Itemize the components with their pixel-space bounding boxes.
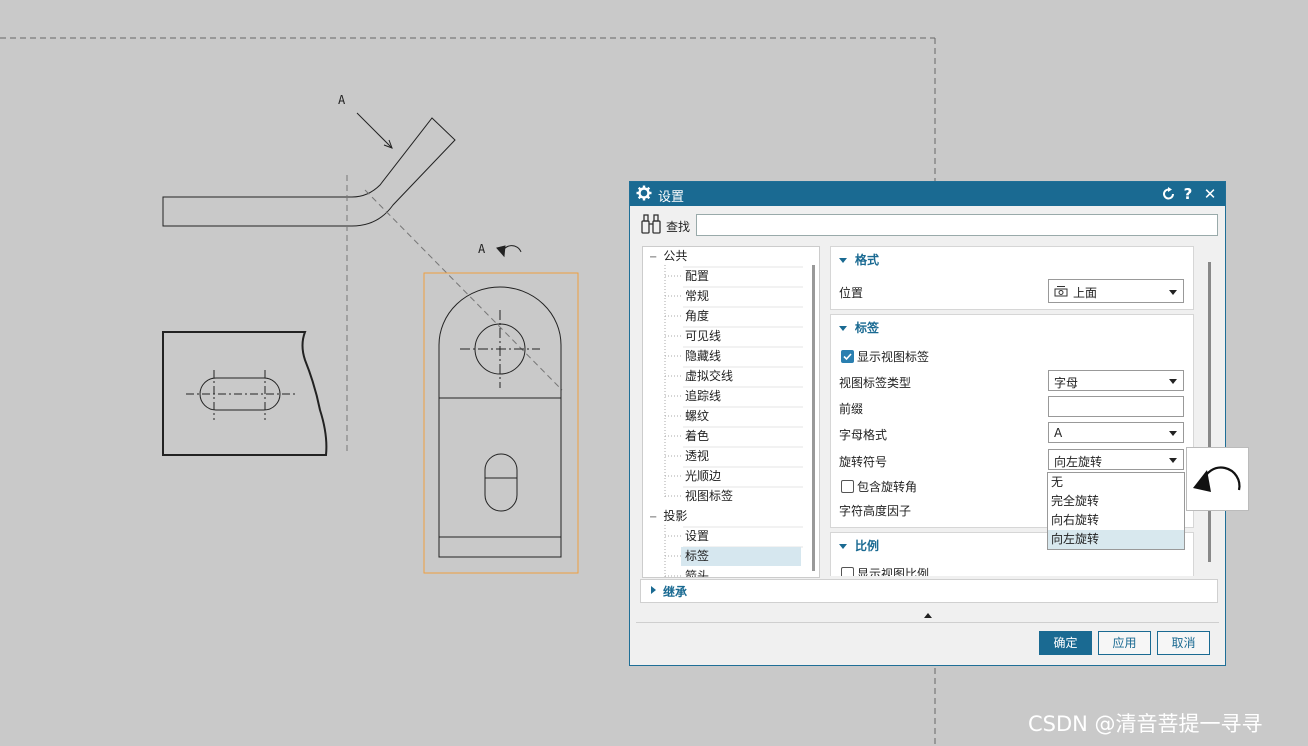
tree-item-general[interactable]: 常规 [685,287,709,306]
tree-item-virtual-intersection[interactable]: 虚拟交线 [685,367,733,386]
tree-connector-lines [664,265,803,577]
reset-icon [1163,187,1174,200]
group-label-header[interactable]: 标签 [839,319,879,336]
char-height-factor-label: 字符高度因子 [839,504,912,518]
gear-icon [636,185,652,201]
tree-item-hidden-lines[interactable]: 隐藏线 [685,347,721,366]
settings-dialog: 设置 ? ✕ 查找 − 公共 配置 常规 角度 可见线 隐藏线 虚拟交线 追踪线… [629,181,1226,666]
search-input[interactable] [696,214,1218,236]
prefix-label: 前缀 [839,402,864,416]
rotate-left-symbol-small [496,245,522,258]
show-view-label-text: 显示视图标签 [857,350,930,364]
tree-item-view-label[interactable]: 视图标签 [685,487,733,506]
chevron-down-icon [1169,458,1177,463]
inherit-title: 继承 [663,585,688,599]
group-scale-header[interactable]: 比例 [839,537,879,554]
collapsed-arrow-icon [651,586,656,594]
tree-node-common[interactable]: − 公共 [649,247,687,266]
expand-arrow-icon [839,326,847,331]
rotation-symbol-dropdown: 无 完全旋转 向右旋转 向左旋转 [1047,472,1185,550]
tree-scrollbar[interactable] [812,265,815,571]
view-label-above-icon [1054,286,1068,297]
tree-node-projection[interactable]: − 投影 [649,507,687,526]
letter-format-label: 字母格式 [839,428,888,442]
chevron-down-icon [1169,379,1177,384]
letter-format-select[interactable]: A [1048,422,1184,443]
collapse-icon[interactable]: − [649,512,657,523]
tree-item-thread[interactable]: 螺纹 [685,407,709,426]
label-type-value: 字母 [1054,376,1079,390]
label-type-select[interactable]: 字母 [1048,370,1184,391]
group-format: 格式 位置 上面 [830,246,1194,310]
bent-bar-view[interactable] [162,117,456,227]
position-select[interactable]: 上面 [1048,279,1184,303]
checkmark-icon [843,353,852,361]
label-type-label: 视图标签类型 [839,376,912,390]
include-rotation-angle-checkbox[interactable] [841,480,854,493]
binoculars-icon [641,214,661,234]
position-value: 上面 [1073,286,1098,300]
position-label: 位置 [839,286,864,300]
dialog-titlebar[interactable]: 设置 ? ✕ [630,182,1225,206]
rotate-left-icon [1193,466,1241,492]
arrow-label-a: A [338,93,346,107]
collapse-icon[interactable]: − [649,252,657,263]
prefix-input[interactable] [1048,396,1184,417]
rotation-symbol-select[interactable]: 向左旋转 [1048,449,1184,470]
expand-arrow-icon [839,544,847,549]
ok-button[interactable]: 确定 [1039,631,1092,655]
projection-lines [346,175,563,455]
dialog-title: 设置 [658,190,685,205]
settings-tree: − 公共 配置 常规 角度 可见线 隐藏线 虚拟交线 追踪线 螺纹 着色 透视 光… [642,246,820,578]
show-view-label-checkbox[interactable] [841,350,854,363]
option-full-rotation[interactable]: 完全旋转 [1048,492,1184,511]
tree-item-angle[interactable]: 角度 [685,307,709,326]
chevron-down-icon [1169,290,1177,295]
cancel-button[interactable]: 取消 [1157,631,1210,655]
view-label-a: A [478,242,486,256]
tree-item-smooth-edges[interactable]: 光顺边 [685,467,721,486]
option-rotate-left[interactable]: 向左旋转 [1048,530,1184,549]
tree-item-shading[interactable]: 着色 [685,427,709,446]
view-arrow-a [356,112,393,149]
tree-item-trace-lines[interactable]: 追踪线 [685,387,721,406]
rotation-symbol-label: 旋转符号 [839,455,888,469]
letter-format-value: A [1054,426,1063,440]
footer-divider [636,622,1219,623]
search-label: 查找 [666,220,691,234]
search-row: 查找 [638,213,1218,239]
tree-item-proj-settings[interactable]: 设置 [685,527,709,546]
tree-item-config[interactable]: 配置 [685,267,709,286]
option-rotate-right[interactable]: 向右旋转 [1048,511,1184,530]
tree-item-perspective[interactable]: 透视 [685,447,709,466]
reset-button[interactable] [1160,184,1178,204]
scrollbar-thumb[interactable] [1208,262,1211,562]
tree-item-proj-label[interactable]: 标签 [681,547,801,566]
help-icon: ? [1183,185,1193,203]
tree-item-proj-arrow[interactable]: 箭头 [685,567,709,577]
rotation-preview [1186,447,1249,511]
help-button[interactable]: ? [1179,184,1197,204]
show-view-scale-text: 显示视图比例 [857,567,930,576]
watermark-text: CSDN @清音菩提一寻寻 [1028,712,1263,736]
include-rotation-angle-text: 包含旋转角 [857,480,918,494]
group-format-header[interactable]: 格式 [839,251,879,268]
option-none[interactable]: 无 [1048,473,1184,492]
view-selection-frame[interactable] [423,272,579,574]
close-button[interactable]: ✕ [1201,184,1219,204]
show-view-scale-checkbox[interactable] [841,567,854,576]
panel-scrollbar[interactable] [1204,246,1218,576]
close-icon: ✕ [1203,185,1217,203]
inherit-section[interactable]: 继承 [640,579,1218,603]
plate-view[interactable] [162,331,328,456]
chevron-down-icon [1169,431,1177,436]
apply-button[interactable]: 应用 [1098,631,1151,655]
collapse-up-icon[interactable] [924,613,932,618]
rotation-symbol-value: 向左旋转 [1054,455,1103,469]
expand-arrow-icon [839,258,847,263]
tree-item-visible-lines[interactable]: 可见线 [685,327,721,346]
